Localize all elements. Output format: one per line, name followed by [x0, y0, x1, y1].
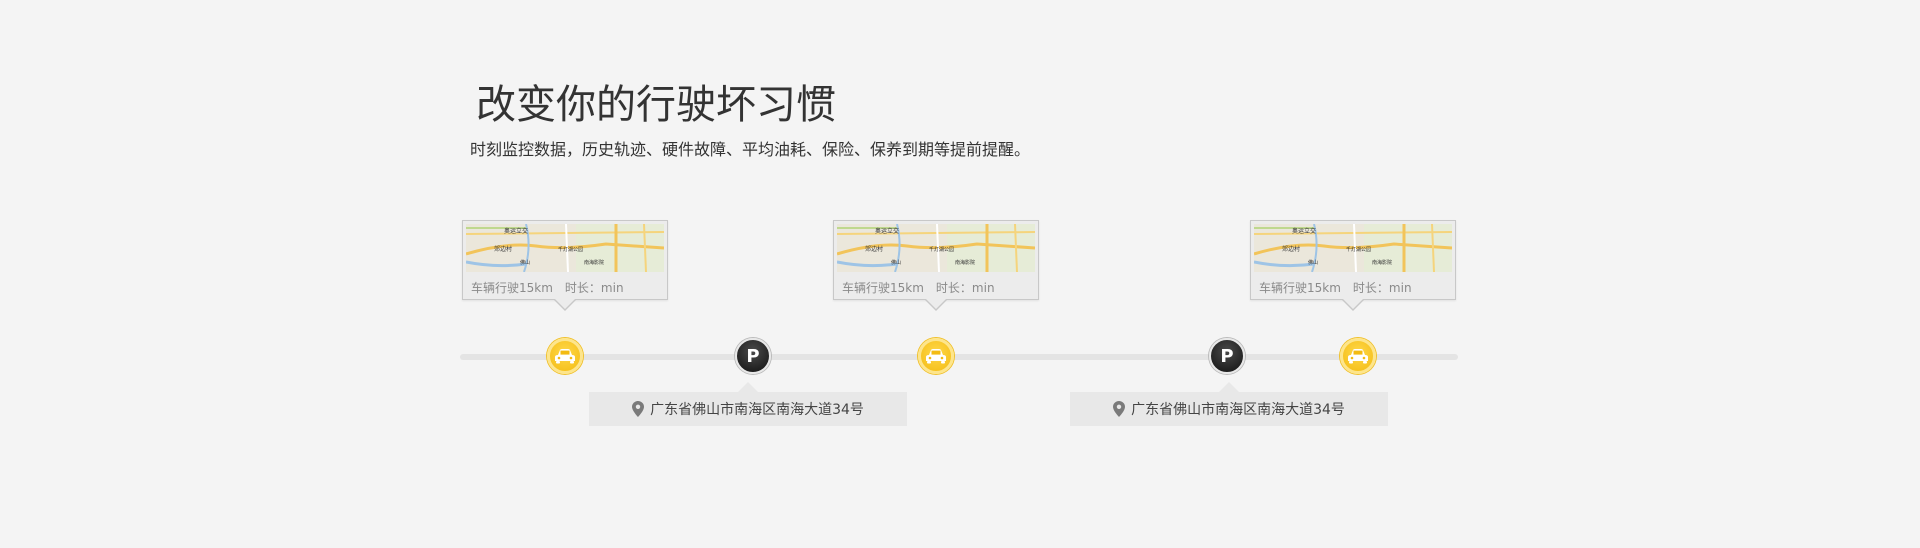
trip-info: 车辆行驶15km 时长：min	[471, 279, 624, 296]
trip-card[interactable]: 奥运立交 郊边村 千灯湖公园 南海影院 佛山 车辆行驶15km 时长：min	[833, 220, 1039, 311]
car-marker[interactable]	[918, 338, 954, 374]
trip-card[interactable]: 奥运立交 郊边村 千灯湖公园 南海影院 佛山 车辆行驶15km 时长：min	[1250, 220, 1456, 311]
map-label: 郊边村	[865, 245, 883, 253]
map-label: 千灯湖公园	[929, 246, 954, 253]
location-address: 广东省佛山市南海区南海大道34号	[650, 402, 864, 418]
map-label: 郊边村	[494, 245, 512, 253]
trip-card[interactable]: 奥运立交 郊边村 千灯湖公园 南海影院 佛山 车辆行驶15km 时长：min	[462, 220, 668, 311]
map-label: 奥运立交	[875, 227, 899, 235]
trip-duration: 时长：min	[564, 281, 624, 295]
location-address: 广东省佛山市南海区南海大道34号	[1131, 402, 1345, 418]
timeline-track	[460, 354, 1458, 360]
trip-distance: 车辆行驶15km	[842, 281, 924, 295]
map-label: 南海影院	[955, 259, 975, 266]
map-label: 南海影院	[584, 259, 604, 266]
trip-info: 车辆行驶15km 时长：min	[842, 279, 995, 296]
trip-duration: 时长：min	[1352, 281, 1412, 295]
car-marker[interactable]	[1340, 338, 1376, 374]
location-notch	[738, 382, 758, 392]
parking-location[interactable]: 广东省佛山市南海区南海大道34号	[1070, 382, 1388, 426]
car-marker[interactable]	[547, 338, 583, 374]
page-subtitle: 时刻监控数据，历史轨迹、硬件故障、平均油耗、保险、保养到期等提前提醒。	[470, 140, 1031, 159]
map-label: 佛山	[520, 259, 530, 266]
parking-icon: P	[1220, 345, 1234, 367]
map-label: 千灯湖公园	[1346, 246, 1371, 253]
parking-marker[interactable]: P	[1209, 338, 1245, 374]
car-icon	[555, 349, 575, 364]
location-notch	[1219, 382, 1239, 392]
card-pointer	[924, 298, 948, 311]
car-icon	[926, 349, 946, 364]
card-pointer	[1341, 298, 1365, 311]
map-label: 佛山	[891, 259, 901, 266]
map-label: 千灯湖公园	[558, 246, 583, 253]
car-icon	[1348, 349, 1368, 364]
location-pin-icon	[1113, 401, 1126, 417]
map-thumbnail: 奥运立交 郊边村 千灯湖公园 南海影院 佛山	[466, 224, 664, 272]
trip-info: 车辆行驶15km 时长：min	[1259, 279, 1412, 296]
map-label: 郊边村	[1282, 245, 1300, 253]
map-label: 佛山	[1308, 259, 1318, 266]
map-label: 南海影院	[1372, 259, 1392, 266]
card-pointer	[553, 298, 577, 311]
page-title: 改变你的行驶坏习惯	[476, 82, 836, 128]
location-pin-icon	[632, 401, 645, 417]
parking-marker[interactable]: P	[735, 338, 771, 374]
parking-icon: P	[746, 345, 760, 367]
trip-distance: 车辆行驶15km	[1259, 281, 1341, 295]
parking-location[interactable]: 广东省佛山市南海区南海大道34号	[589, 382, 907, 426]
map-thumbnail: 奥运立交 郊边村 千灯湖公园 南海影院 佛山	[837, 224, 1035, 272]
trip-distance: 车辆行驶15km	[471, 281, 553, 295]
trip-duration: 时长：min	[935, 281, 995, 295]
map-thumbnail: 奥运立交 郊边村 千灯湖公园 南海影院 佛山	[1254, 224, 1452, 272]
map-label: 奥运立交	[1292, 227, 1316, 235]
map-label: 奥运立交	[504, 227, 528, 235]
